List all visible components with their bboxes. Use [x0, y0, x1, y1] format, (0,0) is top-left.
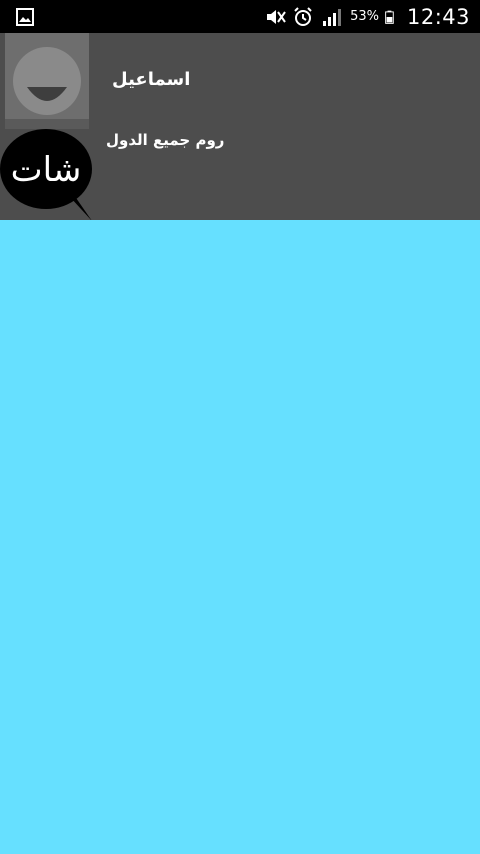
chat-logo: شات — [0, 129, 92, 221]
mute-icon — [267, 9, 286, 24]
chat-logo-text: شات — [11, 150, 82, 190]
drawer-header: اسماعيل روم جميع الدول شات — [0, 33, 480, 221]
user-silhouette-icon — [5, 33, 89, 129]
battery-percent: 53% — [350, 9, 379, 24]
main-content-area — [0, 220, 480, 854]
avatar[interactable] — [5, 33, 89, 129]
signal-icon — [323, 8, 342, 26]
status-bar: 53% 12:43 — [0, 0, 480, 33]
alarm-icon — [294, 6, 312, 26]
gallery-icon — [16, 8, 34, 26]
clock: 12:43 — [406, 4, 470, 29]
status-icons: 53% 12:43 — [264, 0, 470, 33]
user-name: اسماعيل — [112, 69, 191, 90]
room-name[interactable]: روم جميع الدول — [106, 131, 224, 149]
battery-icon — [385, 10, 394, 24]
